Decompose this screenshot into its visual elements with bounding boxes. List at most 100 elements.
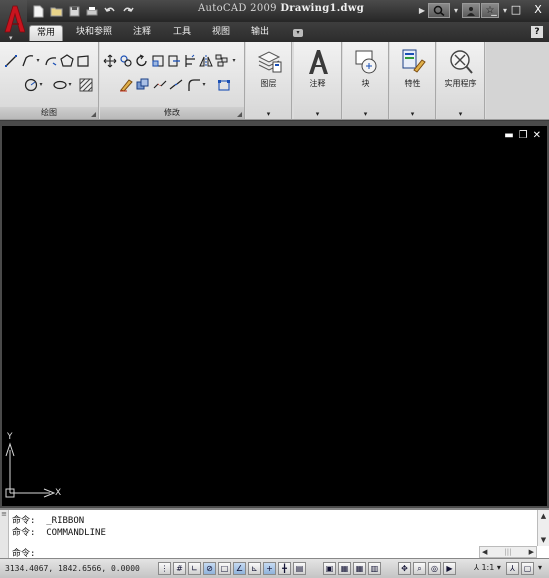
scroll-down-icon[interactable]: ▼ — [538, 534, 549, 546]
tab-annotate[interactable]: 注释 — [127, 25, 157, 41]
object-snap-tracking-icon[interactable]: ∠ — [233, 562, 246, 575]
tab-tools[interactable]: 工具 — [168, 25, 196, 41]
dynamic-input-icon[interactable]: + — [263, 562, 276, 575]
command-vertical-scrollbar[interactable]: ▲ ▼ — [537, 510, 549, 546]
rectangle-icon[interactable] — [76, 54, 90, 68]
tab-home[interactable]: 常用 — [29, 25, 63, 41]
block-panel[interactable]: 块 ▾ — [343, 42, 389, 119]
application-menu-button[interactable]: ▾ — [0, 0, 27, 44]
line-icon[interactable] — [4, 54, 18, 68]
annotation-scale[interactable]: ⅄ 1:1 ▾ — [474, 563, 501, 572]
subscription-center-icon[interactable] — [462, 3, 480, 18]
tab-blocks-references[interactable]: 块和参照 — [72, 25, 116, 41]
quick-view-layouts-icon[interactable]: ▥ — [368, 562, 381, 575]
circle-icon[interactable] — [24, 78, 38, 92]
viewport-restore-icon[interactable]: ❐ — [519, 130, 528, 141]
scroll-up-icon[interactable]: ▲ — [538, 510, 549, 522]
redo-icon[interactable] — [120, 3, 136, 19]
copy-icon[interactable] — [119, 54, 133, 68]
join-icon[interactable] — [169, 78, 183, 92]
dynamic-ucs-icon[interactable]: ⊾ — [248, 562, 261, 575]
clean-screen-icon[interactable]: ▢ — [521, 562, 534, 575]
quick-properties-icon[interactable]: ▤ — [293, 562, 306, 575]
snap-mode-icon[interactable]: ⋮ — [158, 562, 171, 575]
layout1-icon[interactable]: ▦ — [338, 562, 351, 575]
command-window-grip[interactable]: ≡ — [0, 510, 9, 558]
status-menu-arrow-icon[interactable]: ▾ — [538, 563, 542, 572]
command-horizontal-scrollbar[interactable]: ◀ ||| ▶ — [479, 546, 537, 558]
edit-polyline-icon[interactable] — [217, 78, 231, 92]
lineweight-icon[interactable]: ╋ — [278, 562, 291, 575]
search-icon[interactable] — [428, 3, 450, 18]
tab-view[interactable]: 视图 — [207, 25, 235, 41]
dropdown-arrow-icon[interactable]: ▾ — [246, 110, 291, 118]
ribbon-tabs: 常用 块和参照 注释 工具 视图 输出 ▾ ? — [27, 22, 549, 42]
dropdown-arrow-icon[interactable]: ▾ — [343, 110, 388, 118]
fillet-icon[interactable] — [187, 78, 201, 92]
viewport-minimize-icon[interactable]: ▬ — [504, 130, 513, 141]
annotation-panel[interactable]: 注释 ▾ — [294, 42, 342, 119]
move-icon[interactable] — [103, 54, 117, 68]
arc-icon[interactable] — [44, 54, 58, 68]
object-snap-icon[interactable]: □ — [218, 562, 231, 575]
dropdown-arrow-icon[interactable]: ▾ — [294, 110, 341, 118]
panel-expand-icon[interactable] — [237, 112, 242, 117]
break-icon[interactable] — [153, 78, 167, 92]
polygon-icon[interactable] — [60, 54, 74, 68]
dropdown-arrow-icon[interactable]: ▾ — [38, 78, 44, 92]
dropdown-arrow-icon[interactable]: ▾ — [35, 54, 41, 68]
open-folder-icon[interactable] — [48, 3, 64, 19]
erase-icon[interactable] — [119, 78, 133, 92]
help-button[interactable]: ? — [531, 26, 543, 38]
scroll-right-icon[interactable]: ▶ — [529, 547, 534, 557]
model-space-icon[interactable]: ▣ — [323, 562, 336, 575]
tab-output[interactable]: 输出 — [246, 25, 274, 41]
autocad-logo-icon — [4, 5, 25, 33]
print-icon[interactable] — [84, 3, 100, 19]
ribbon: ▾ ▾ ▾ 绘图 ▾ ▾ 修改 图层 ▾ 注释 ▾ 块 ▾ 特性 ▾ 实用程序 … — [0, 42, 549, 120]
draw-panel-title[interactable]: 绘图 — [0, 107, 98, 119]
maximize-button[interactable]: □ — [509, 3, 523, 16]
dropdown-arrow-icon[interactable]: ▾ — [67, 78, 73, 92]
polyline-icon[interactable] — [21, 54, 35, 68]
layers-panel[interactable]: 图层 ▾ — [246, 42, 292, 119]
utilities-panel[interactable]: 实用程序 ▾ — [437, 42, 485, 119]
rotate-icon[interactable] — [135, 54, 149, 68]
panel-expand-icon[interactable] — [91, 112, 96, 117]
dropdown-arrow-icon[interactable]: ▾ — [201, 78, 207, 92]
trim-icon[interactable] — [183, 54, 197, 68]
explode-icon[interactable] — [135, 78, 149, 92]
ortho-mode-icon[interactable]: ∟ — [188, 562, 201, 575]
polar-tracking-icon[interactable]: ⊘ — [203, 562, 216, 575]
hatch-icon[interactable] — [79, 78, 93, 92]
mirror-icon[interactable] — [199, 54, 213, 68]
showmotion-icon[interactable]: ▶ — [443, 562, 456, 575]
expand-arrow-icon[interactable]: ▶ — [417, 3, 427, 18]
dropdown-arrow-icon[interactable]: ▾ — [437, 110, 484, 118]
layout2-icon[interactable]: ▦ — [353, 562, 366, 575]
dropdown-arrow-icon[interactable]: ▾ — [390, 110, 435, 118]
array-icon[interactable] — [215, 54, 229, 68]
close-button[interactable]: X — [531, 3, 545, 16]
grid-display-icon[interactable]: # — [173, 562, 186, 575]
dropdown-arrow-icon[interactable]: ▾ — [231, 54, 237, 68]
undo-icon[interactable] — [102, 3, 118, 19]
scroll-left-icon[interactable]: ◀ — [482, 547, 487, 557]
viewport-close-icon[interactable]: ✕ — [533, 130, 541, 141]
zoom-icon[interactable]: ⌕ — [413, 562, 426, 575]
annotation-visibility-icon[interactable]: ⅄ — [506, 562, 519, 575]
drawing-canvas[interactable] — [2, 126, 547, 506]
save-icon[interactable] — [66, 3, 82, 19]
minimize-button[interactable]: _ — [487, 3, 501, 16]
new-file-icon[interactable] — [30, 3, 46, 19]
scale-icon[interactable] — [151, 54, 165, 68]
pan-icon[interactable]: ✥ — [398, 562, 411, 575]
dropdown-arrow-icon[interactable]: ▾ — [451, 3, 461, 18]
modify-panel-title[interactable]: 修改 — [100, 107, 244, 119]
stretch-icon[interactable] — [167, 54, 181, 68]
steeringwheel-icon[interactable]: ◎ — [428, 562, 441, 575]
ellipse-icon[interactable] — [53, 78, 67, 92]
coordinate-display[interactable]: 3134.4067, 1842.6566, 0.0000 — [5, 564, 140, 573]
minimize-ribbon-icon[interactable]: ▾ — [293, 29, 303, 37]
properties-panel[interactable]: 特性 ▾ — [390, 42, 436, 119]
